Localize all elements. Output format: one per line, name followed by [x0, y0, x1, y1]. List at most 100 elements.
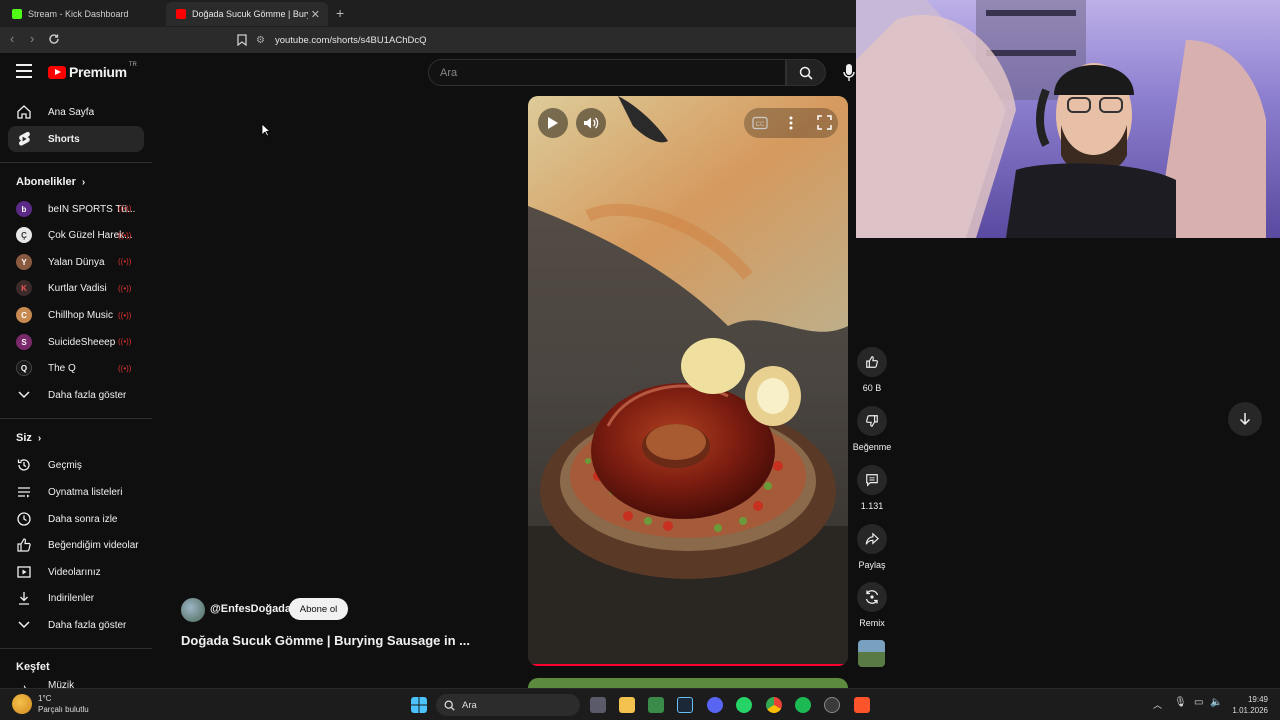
- channel-avatar[interactable]: [181, 598, 205, 622]
- spotify-icon[interactable]: [795, 697, 811, 713]
- back-icon[interactable]: ‹: [10, 31, 14, 46]
- sidebar-item-shorts[interactable]: Shorts: [8, 126, 144, 152]
- bookmark-icon[interactable]: [237, 34, 247, 46]
- home-icon: [16, 104, 32, 120]
- sidebar-item-downloads[interactable]: İndirilenler: [8, 585, 144, 611]
- arrow-down-icon: [1239, 413, 1251, 426]
- sidebar-item-watch-later[interactable]: Daha sonra izle: [8, 506, 144, 532]
- store-icon[interactable]: [648, 697, 664, 713]
- next-video-preview[interactable]: [528, 678, 848, 688]
- share-action[interactable]: Paylaş: [852, 524, 892, 570]
- live-indicator-icon: ((•)): [118, 337, 132, 346]
- chrome-icon[interactable]: [766, 697, 782, 713]
- remix-action[interactable]: Remix: [852, 582, 892, 628]
- new-tab-button[interactable]: +: [336, 5, 344, 21]
- microphone-icon[interactable]: [841, 62, 857, 84]
- sidebar-item-your-videos[interactable]: Videolarınız: [8, 559, 144, 585]
- show-more-subscriptions[interactable]: Daha fazla göster: [8, 382, 144, 408]
- sidebar-item-label: Geçmiş: [48, 459, 82, 471]
- microphone-tray-icon[interactable]: 🎙: [1174, 697, 1187, 708]
- hamburger-menu-icon[interactable]: [16, 64, 32, 78]
- address-bar[interactable]: ⚙ youtube.com/shorts/s4BU1AChDcQ: [256, 31, 846, 49]
- play-button[interactable]: [538, 108, 568, 138]
- explore-heading: Keşfet: [16, 661, 50, 673]
- share-button[interactable]: [857, 524, 887, 554]
- you-heading[interactable]: Siz ›: [16, 432, 41, 444]
- share-icon: [865, 532, 879, 545]
- volume-button[interactable]: [576, 108, 606, 138]
- tab-title: Doğada Sucuk Gömme | Burying: [192, 9, 308, 19]
- show-more-you[interactable]: Daha fazla göster: [8, 612, 144, 638]
- search-button[interactable]: [786, 59, 826, 86]
- sidebar-item-label: Beğendiğim videolar: [48, 539, 139, 551]
- tab-kick-dashboard[interactable]: Stream - Kick Dashboard: [2, 2, 164, 26]
- sidebar-item-liked-videos[interactable]: Beğendiğim videolar: [8, 532, 144, 558]
- next-video-button[interactable]: [1228, 402, 1262, 436]
- discord-icon[interactable]: [707, 697, 723, 713]
- dislike-label: Beğenme: [852, 442, 892, 452]
- site-info-icon[interactable]: ⚙: [256, 35, 265, 46]
- whatsapp-icon[interactable]: [736, 697, 752, 713]
- weather-widget[interactable]: 1°C Parçalı bulutlu: [12, 693, 89, 715]
- youtube-premium-logo[interactable]: Premium TR: [48, 62, 137, 80]
- captions-icon[interactable]: CC: [752, 116, 768, 130]
- comment-icon: [866, 474, 878, 487]
- browser-tab-bar: Stream - Kick Dashboard Doğada Sucuk Göm…: [0, 0, 856, 27]
- sidebar-item-history[interactable]: Geçmiş: [8, 452, 144, 478]
- like-action[interactable]: 60 B: [852, 347, 892, 393]
- task-view-icon[interactable]: [590, 697, 606, 713]
- sidebar-item-label: Daha sonra izle: [48, 513, 118, 525]
- logo-country: TR: [128, 62, 137, 68]
- video-title[interactable]: Doğada Sucuk Gömme | Burying Sausage in …: [181, 633, 470, 648]
- like-icon: [16, 537, 32, 553]
- steam-icon[interactable]: [677, 697, 693, 713]
- subscribe-button[interactable]: Abone ol: [289, 598, 348, 620]
- close-tab-icon[interactable]: ✕: [311, 8, 320, 21]
- taskbar-clock[interactable]: 19:49 1.01.2026: [1232, 694, 1268, 716]
- subscriptions-title: Abonelikler: [16, 176, 76, 188]
- brave-browser-icon[interactable]: [854, 697, 870, 713]
- display-tray-icon[interactable]: ▭: [1194, 697, 1203, 708]
- live-indicator-icon: ((•)): [118, 284, 132, 293]
- reload-icon[interactable]: [48, 33, 60, 45]
- subscriptions-heading[interactable]: Abonelikler ›: [16, 176, 85, 188]
- live-indicator-icon: ((•)): [118, 311, 132, 320]
- channel-name[interactable]: @EnfesDoğada: [210, 603, 291, 615]
- more-options-icon[interactable]: [788, 115, 794, 131]
- taskbar-search[interactable]: Ara: [436, 694, 580, 716]
- remix-button[interactable]: [857, 582, 887, 612]
- live-indicator-icon: ((•)): [118, 257, 132, 266]
- browser-toolbar: ‹ › ⚙ youtube.com/shorts/s4BU1AChDcQ: [0, 27, 856, 53]
- speaker-tray-icon[interactable]: 🔈: [1210, 697, 1222, 708]
- sidebar-item-home[interactable]: Ana Sayfa: [8, 99, 144, 125]
- comments-button[interactable]: [857, 465, 887, 495]
- channel-name: SuicideSheeep: [48, 336, 116, 348]
- comments-action[interactable]: 1.131: [852, 465, 892, 511]
- weather-icon: [12, 694, 32, 714]
- tab-youtube-short[interactable]: Doğada Sucuk Gömme | Burying ✕: [166, 2, 328, 26]
- audio-source-thumbnail[interactable]: [858, 640, 885, 667]
- url-text: youtube.com/shorts/s4BU1AChDcQ: [274, 34, 427, 46]
- fullscreen-icon[interactable]: [817, 115, 832, 130]
- channel-avatar: S: [16, 334, 32, 350]
- logo-text: Premium: [69, 64, 127, 80]
- progress-bar[interactable]: [528, 664, 848, 666]
- dislike-action[interactable]: Beğenme: [852, 406, 892, 452]
- obs-icon[interactable]: [824, 697, 840, 713]
- file-explorer-icon[interactable]: [619, 697, 635, 713]
- sidebar-item-playlists[interactable]: Oynatma listeleri: [8, 479, 144, 505]
- like-button[interactable]: [857, 347, 887, 377]
- search-input[interactable]: Ara: [428, 59, 786, 86]
- sidebar-divider: [0, 162, 152, 163]
- chevron-up-icon[interactable]: ︿: [1153, 698, 1162, 711]
- tab-title: Stream - Kick Dashboard: [28, 9, 129, 19]
- dislike-button[interactable]: [857, 406, 887, 436]
- youtube-favicon-icon: [176, 9, 186, 19]
- weather-description: Parçalı bulutlu: [38, 705, 89, 714]
- forward-icon[interactable]: ›: [30, 31, 34, 46]
- shorts-icon: [16, 131, 32, 147]
- windows-start-icon[interactable]: [411, 697, 427, 713]
- shorts-video-player[interactable]: CC: [528, 96, 848, 666]
- chevron-right-icon: ›: [81, 176, 86, 188]
- kick-favicon-icon: [12, 9, 22, 19]
